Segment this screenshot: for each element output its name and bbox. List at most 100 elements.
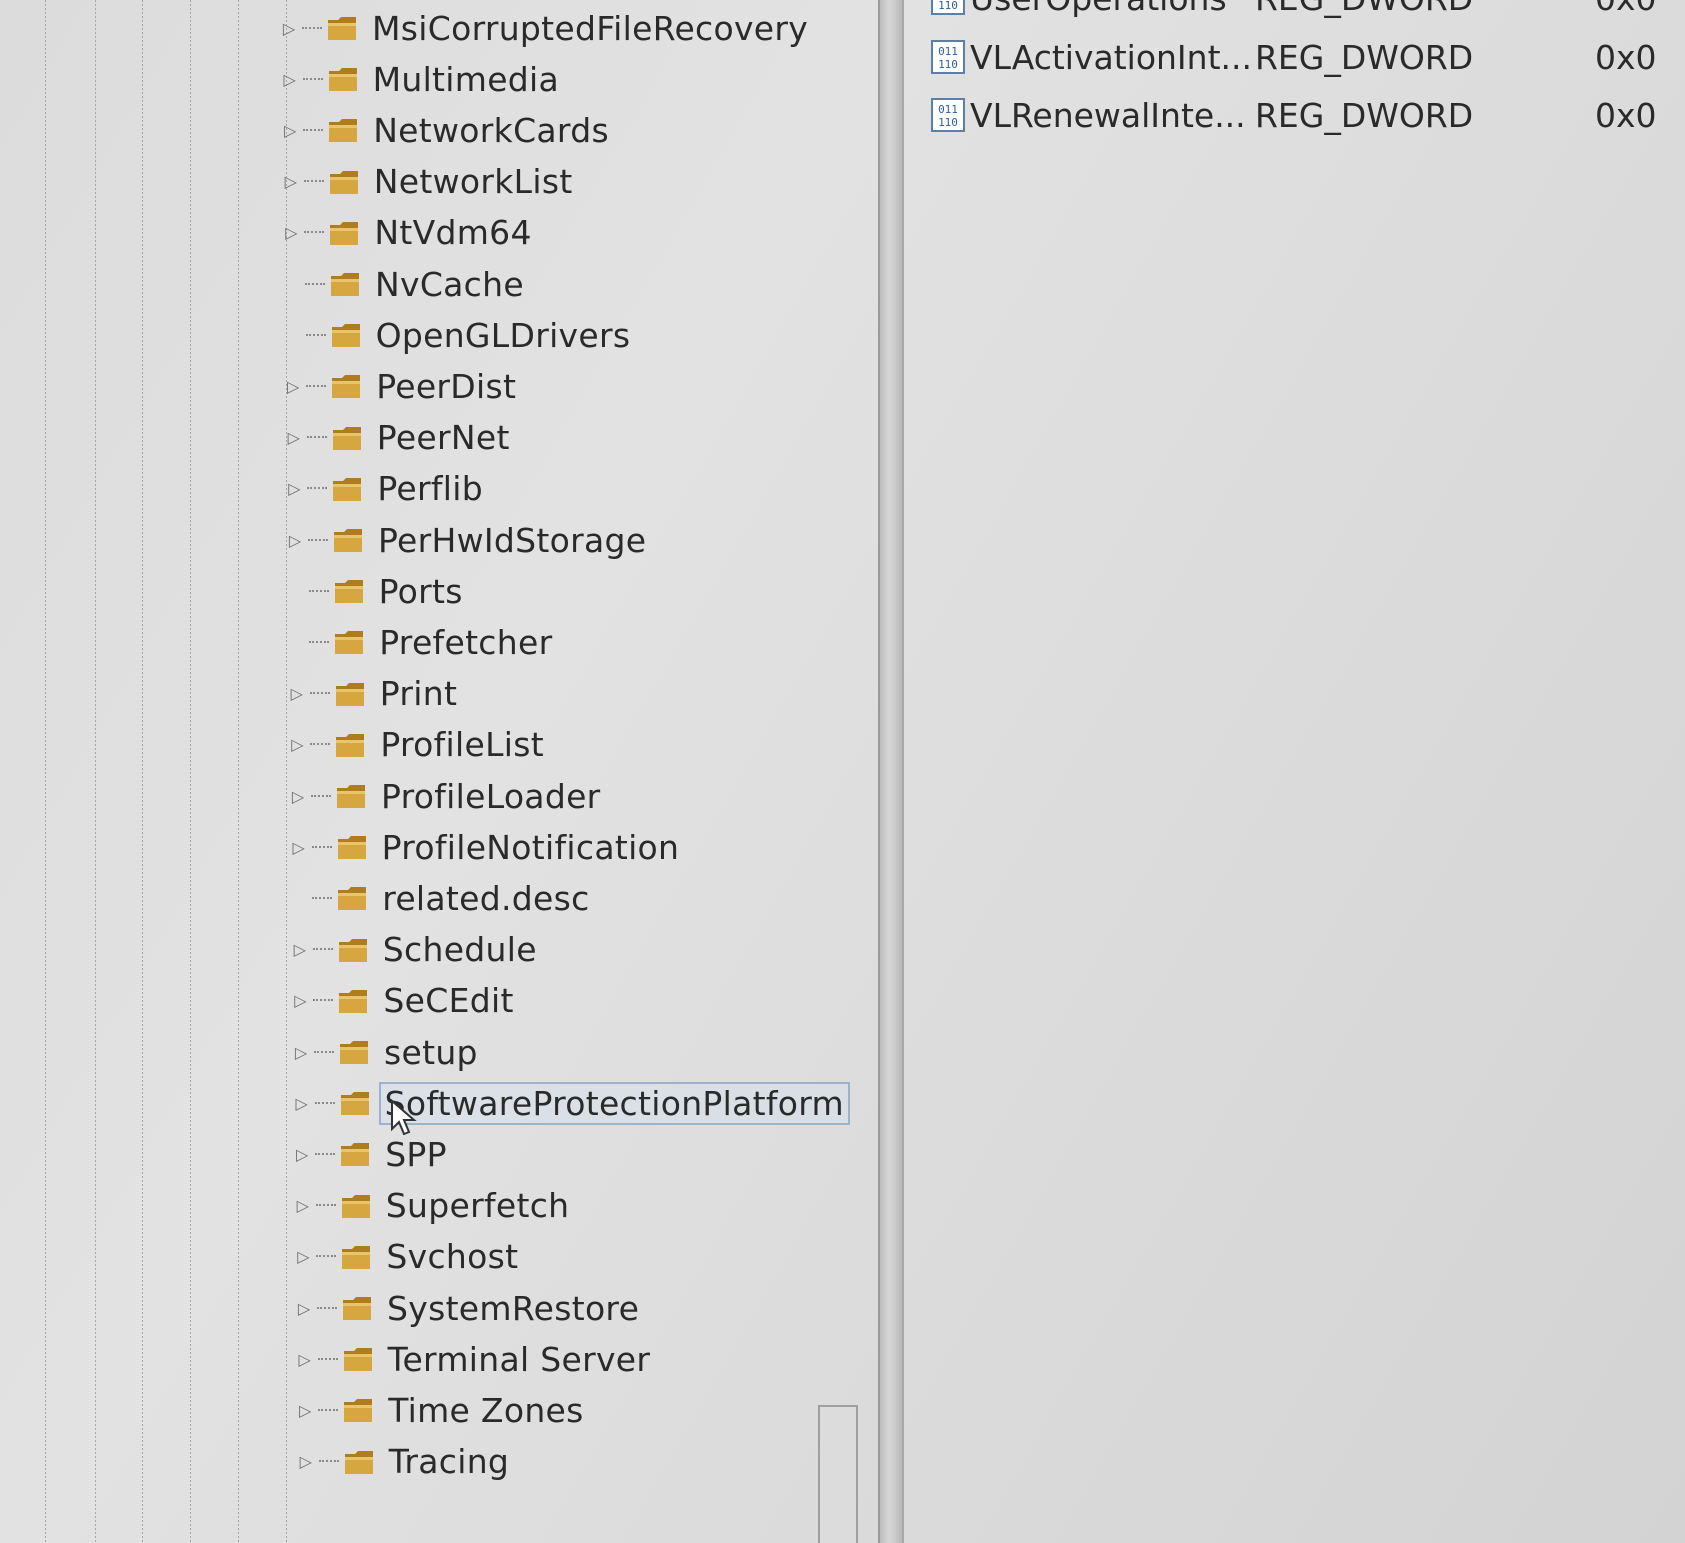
triangle-right-icon[interactable]: ▷ <box>282 223 300 242</box>
triangle-right-icon[interactable]: ▷ <box>296 1401 314 1420</box>
tree-connector-line <box>312 896 333 900</box>
triangle-right-icon[interactable]: ▷ <box>293 1145 311 1164</box>
tree-item-label: NetworkCards <box>373 110 609 150</box>
value-type: REG_DWORD <box>1255 95 1474 135</box>
triangle-right-icon[interactable]: ▷ <box>280 19 298 38</box>
folder-icon <box>327 114 359 146</box>
tree-item[interactable]: ▷ PeerNet <box>285 412 510 464</box>
triangle-right-icon[interactable]: ▷ <box>296 1350 314 1369</box>
tree-item[interactable]: ▷ Time Zones <box>296 1384 583 1436</box>
value-row[interactable]: 011 110 VLActivationInt... REG_DWORD 0x0 <box>930 32 1657 82</box>
tree-connector-line <box>306 384 327 388</box>
registry-values-list[interactable]: 011110UserOperationsREG_DWORD0x0011110VL… <box>900 0 1685 1543</box>
tree-item[interactable]: ▷ PeerDist <box>284 360 516 412</box>
triangle-right-icon[interactable]: ▷ <box>293 1094 311 1113</box>
triangle-right-icon[interactable]: ▷ <box>288 735 306 754</box>
tree-connector-line <box>309 692 330 695</box>
tree-connector-line <box>306 436 327 439</box>
tree-connector-line <box>303 128 324 132</box>
triangle-right-icon[interactable]: ▷ <box>284 377 302 396</box>
folder-icon <box>331 473 363 505</box>
tree-connector <box>283 275 301 293</box>
tree-item[interactable]: NvCache <box>283 258 524 310</box>
triangle-right-icon[interactable]: ▷ <box>289 787 307 806</box>
tree-item[interactable]: ▷ Svchost <box>294 1231 518 1283</box>
tree-item[interactable]: ▷ SoftwareProtectionPlatform <box>293 1077 850 1129</box>
tree-item[interactable]: ▷ Terminal Server <box>296 1333 651 1385</box>
triangle-right-icon[interactable]: ▷ <box>295 1299 313 1318</box>
tree-item[interactable]: related.desc <box>290 872 589 924</box>
folder-icon <box>337 934 369 966</box>
tree-item[interactable]: ▷ SystemRestore <box>295 1282 639 1334</box>
triangle-right-icon[interactable]: ▷ <box>281 70 299 89</box>
tree-item[interactable]: ▷ Tracing <box>297 1436 509 1488</box>
triangle-right-icon[interactable]: ▷ <box>285 428 303 447</box>
triangle-right-icon[interactable]: ▷ <box>282 172 300 191</box>
tree-item[interactable]: ▷ MsiCorruptedFileRecovery <box>280 2 808 54</box>
reg-binary-icon: 011110 <box>930 0 966 16</box>
tree-item[interactable]: ▷ Print <box>288 668 457 720</box>
folder-icon <box>332 524 364 556</box>
reg-binary-icon: 011110 <box>930 97 966 133</box>
triangle-right-icon[interactable]: ▷ <box>291 940 309 959</box>
tree-item-label: Ports <box>378 571 463 611</box>
folder-icon <box>339 1138 371 1170</box>
tree-item-label: SPP <box>385 1134 447 1174</box>
triangle-right-icon[interactable]: ▷ <box>286 531 304 550</box>
tree-item[interactable]: ▷ SeCEdit <box>291 975 513 1027</box>
tree-item-label: MsiCorruptedFileRecovery <box>372 8 809 48</box>
value-row[interactable]: 011110UserOperationsREG_DWORD0x0 <box>930 0 1657 23</box>
triangle-right-icon[interactable]: ▷ <box>285 479 303 498</box>
tree-item[interactable]: ▷ NetworkCards <box>281 104 609 156</box>
tree-item-label: setup <box>384 1032 478 1072</box>
folder-icon <box>328 217 360 249</box>
tree-item[interactable]: ▷ PerHwIdStorage <box>286 514 646 566</box>
value-row[interactable]: 011 110 VLRenewalInte... REG_DWORD 0x0 <box>930 90 1657 140</box>
triangle-right-icon[interactable]: ▷ <box>290 838 308 857</box>
triangle-right-icon[interactable]: ▷ <box>281 121 299 140</box>
value-name: UserOperations <box>970 0 1255 18</box>
triangle-right-icon[interactable]: ▷ <box>292 1043 310 1062</box>
tree-item-label: Perflib <box>377 469 483 509</box>
tree-item[interactable]: ▷ Schedule <box>291 924 537 976</box>
tree-item[interactable]: ▷ ProfileNotification <box>290 821 680 873</box>
tree-connector-line <box>315 1152 336 1156</box>
tree-item[interactable]: ▷ ProfileLoader <box>289 770 601 822</box>
tree-item[interactable]: ▷ NtVdm64 <box>282 207 531 259</box>
folder-icon <box>329 268 361 300</box>
tree-item[interactable]: ▷ Superfetch <box>294 1180 570 1232</box>
tree-item[interactable]: ▷ setup <box>292 1026 478 1078</box>
tree-item[interactable]: OpenGLDrivers <box>284 309 631 361</box>
tree-connector-line <box>314 1101 335 1105</box>
folder-icon <box>337 985 369 1017</box>
tree-scrollbar-thumb[interactable] <box>818 1405 858 1543</box>
tree-item[interactable]: ▷ SPP <box>293 1128 447 1180</box>
tree-connector <box>284 326 302 344</box>
tree-item[interactable]: ▷ ProfileList <box>288 719 544 771</box>
folder-icon <box>339 1087 371 1119</box>
tree-item[interactable]: Prefetcher <box>287 616 552 668</box>
tree-item-label: Multimedia <box>372 59 560 99</box>
value-type: REG_DWORD <box>1255 37 1474 77</box>
tree-item-label: NtVdm64 <box>374 213 532 253</box>
tree-item[interactable]: ▷ Multimedia <box>281 53 559 105</box>
triangle-right-icon[interactable]: ▷ <box>294 1247 312 1266</box>
tree-item[interactable]: ▷ Perflib <box>285 463 483 515</box>
tree-connector-line <box>305 333 326 337</box>
tree-item[interactable]: Ports <box>287 565 463 617</box>
tree-item-label: Terminal Server <box>387 1339 651 1379</box>
triangle-right-icon[interactable]: ▷ <box>288 684 306 703</box>
folder-icon <box>334 729 366 761</box>
triangle-right-icon[interactable]: ▷ <box>294 1196 312 1215</box>
triangle-right-icon[interactable]: ▷ <box>297 1452 315 1471</box>
tree-item-label: SoftwareProtectionPlatform <box>378 1081 850 1125</box>
folder-icon <box>331 422 363 454</box>
tree-connector-line <box>302 77 323 81</box>
tree-connector-line <box>317 1357 338 1361</box>
triangle-right-icon[interactable]: ▷ <box>291 991 309 1010</box>
value-data: 0x0 <box>1595 37 1657 77</box>
registry-key-tree[interactable]: ▷ MsiCorruptedFileRecovery ▷ Multimedia ▷ Net… <box>0 0 880 1543</box>
folder-icon <box>327 63 359 95</box>
tree-item[interactable]: ▷ NetworkList <box>282 156 573 208</box>
folder-icon <box>335 780 367 812</box>
